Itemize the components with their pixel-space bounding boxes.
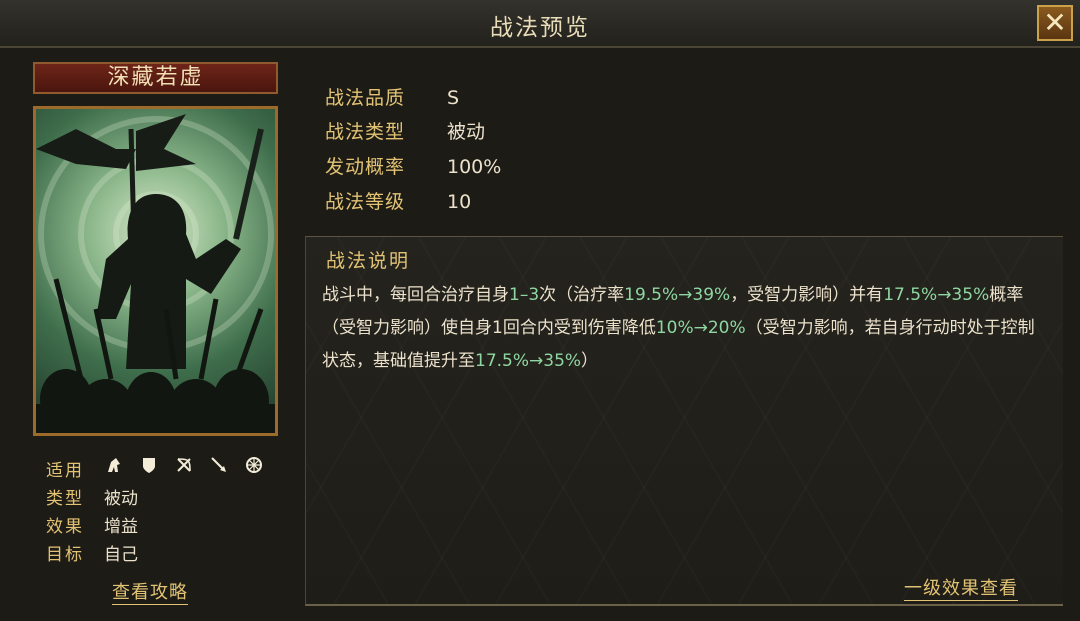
description-title: 战法说明 <box>326 250 411 272</box>
meta-apply-row: 适用 <box>46 456 104 481</box>
attr-quality-value: S <box>447 87 460 109</box>
desc-part: ，受智力影响）并有 <box>730 285 884 305</box>
wheel-icon <box>244 456 264 476</box>
description-panel: 战法说明 战斗中，每回合治疗自身1–3次（治疗率19.5%→39%，受智力影响）… <box>305 236 1063 606</box>
window-title: 战法预览 <box>490 15 590 41</box>
desc-part: ） <box>581 351 599 371</box>
applicable-troops <box>104 456 274 476</box>
bow-icon <box>174 456 194 476</box>
description-text: 战斗中，每回合治疗自身1–3次（治疗率19.5%→39%，受智力影响）并有17.… <box>322 279 1050 378</box>
meta-type-value: 被动 <box>104 489 138 509</box>
shield-icon <box>139 456 159 476</box>
level-one-effect-link[interactable]: 一级效果查看 <box>904 574 1018 601</box>
skill-portrait-image <box>33 106 278 436</box>
desc-highlight: 10%→20% <box>655 318 746 338</box>
meta-type-label: 类型 <box>46 489 84 509</box>
meta-effect-label: 效果 <box>46 517 84 537</box>
meta-target-value: 自己 <box>104 545 138 565</box>
attr-quality-row: 战法品质 S <box>325 83 459 110</box>
attr-type-value: 被动 <box>447 121 486 143</box>
close-button[interactable]: ✕ <box>1037 5 1073 41</box>
desc-part: 战斗中，每回合治疗自身 <box>322 285 509 305</box>
attr-level-value: 10 <box>447 191 472 213</box>
title-bar: 战法预览 ✕ <box>0 0 1080 48</box>
attr-rate-row: 发动概率 100% <box>325 152 501 179</box>
attr-type-label: 战法类型 <box>325 121 406 143</box>
skill-name: 深藏若虚 <box>33 62 278 94</box>
meta-target-row: 目标 自己 <box>46 540 138 565</box>
meta-target-label: 目标 <box>46 545 84 565</box>
attr-type-row: 战法类型 被动 <box>325 117 485 144</box>
desc-highlight: 17.5%→35% <box>883 285 990 305</box>
desc-highlight: 1–3 <box>509 285 540 305</box>
attr-quality-label: 战法品质 <box>325 87 406 109</box>
desc-highlight: 17.5%→35% <box>475 351 582 371</box>
attr-level-label: 战法等级 <box>325 191 406 213</box>
meta-effect-row: 效果 增益 <box>46 512 138 537</box>
desc-part: 次（治疗率 <box>539 285 625 305</box>
meta-type-row: 类型 被动 <box>46 484 138 509</box>
view-strategy-link[interactable]: 查看攻略 <box>112 578 188 605</box>
attr-rate-label: 发动概率 <box>325 156 406 178</box>
meta-apply-label: 适用 <box>46 461 84 481</box>
spear-icon <box>209 456 229 476</box>
desc-highlight: 19.5%→39% <box>624 285 731 305</box>
cavalry-icon <box>104 456 124 476</box>
meta-effect-value: 增益 <box>104 517 138 537</box>
attr-level-row: 战法等级 10 <box>325 187 471 214</box>
attr-rate-value: 100% <box>447 156 502 178</box>
